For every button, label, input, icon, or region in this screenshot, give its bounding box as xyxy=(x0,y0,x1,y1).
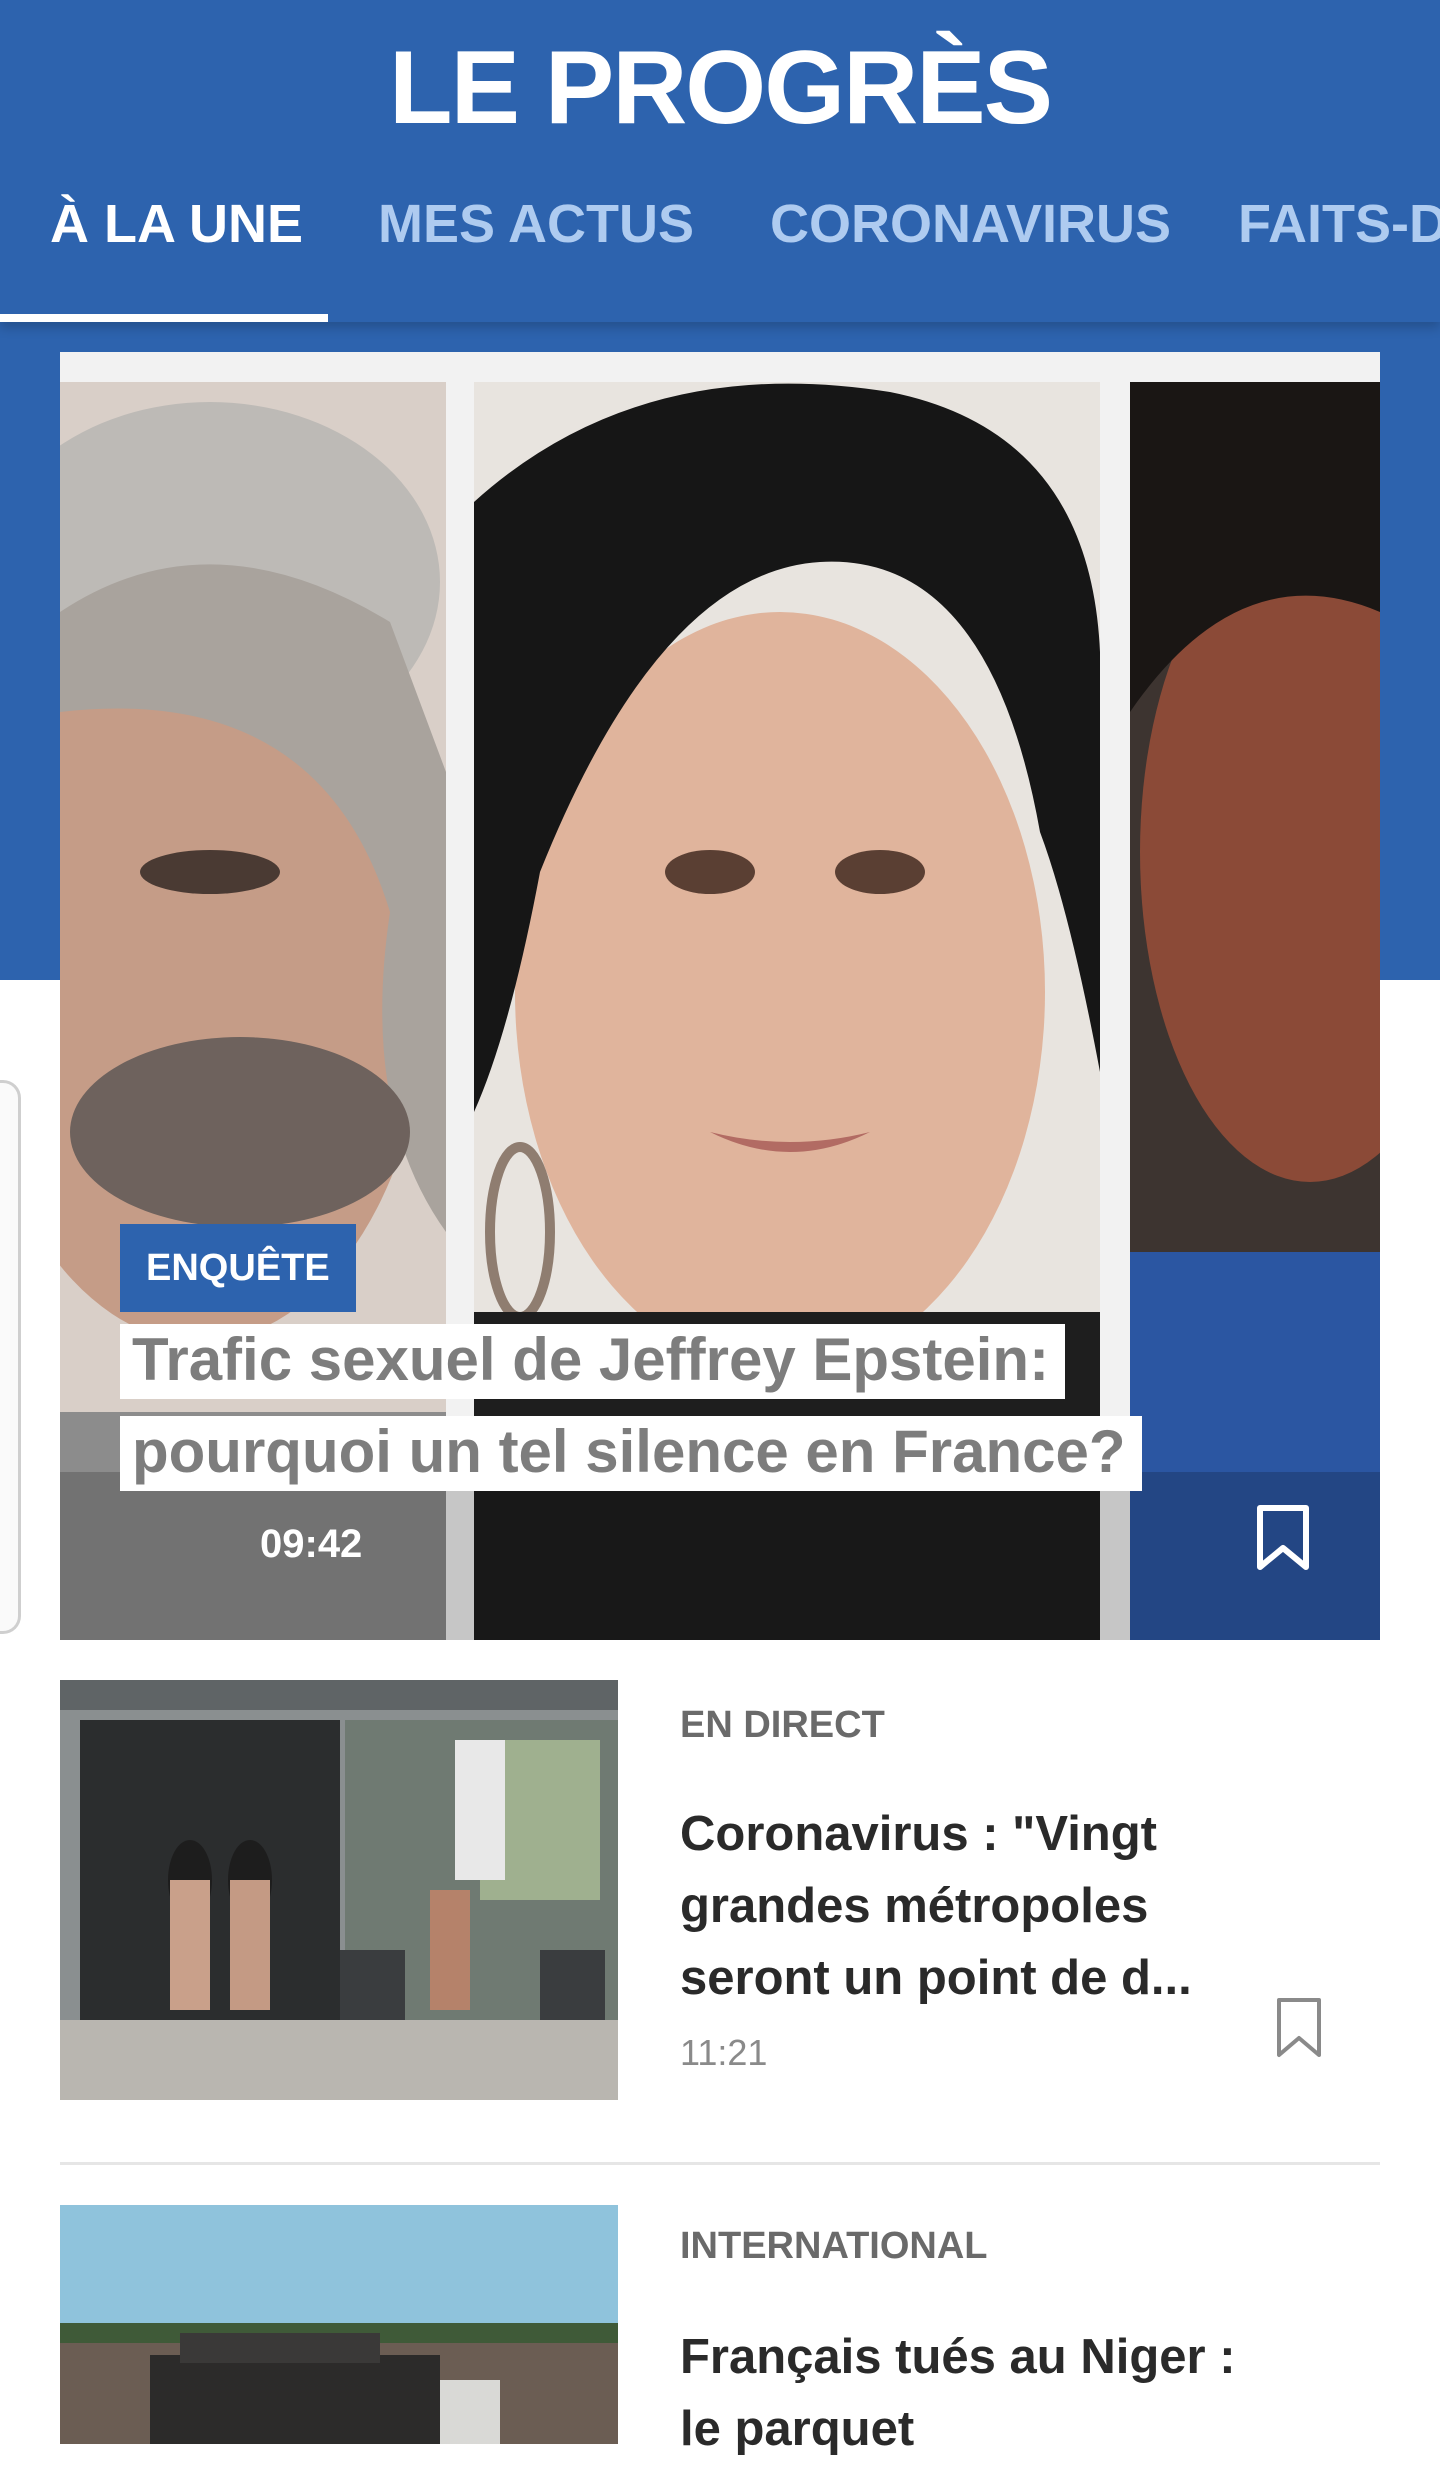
bookmark-icon[interactable] xyxy=(1275,1996,1323,2060)
article-section-label: INTERNATIONAL xyxy=(680,2225,988,2267)
article-headline[interactable]: Coronavirus : "Vingt grandes métropoles … xyxy=(680,1798,1240,2014)
article-section-badge: ENQUÊTE xyxy=(120,1224,356,1312)
tab-a-la-une[interactable]: À LA UNE xyxy=(50,180,303,322)
article-thumbnail xyxy=(60,2205,618,2444)
bookmark-icon[interactable] xyxy=(1255,1504,1311,1572)
article-divider xyxy=(60,2162,1380,2165)
article-thumbnail xyxy=(60,1680,618,2100)
active-tab-indicator xyxy=(0,314,328,322)
article-card-international[interactable]: INTERNATIONAL Français tués au Niger : l… xyxy=(60,2205,1380,2456)
featured-article-title[interactable]: Trafic sexuel de Jeffrey Epstein: pourqu… xyxy=(120,1324,1142,1491)
tab-faits-divers[interactable]: FAITS-D xyxy=(1238,180,1440,322)
article-card-coronavirus[interactable]: EN DIRECT Coronavirus : "Vingt grandes m… xyxy=(60,1680,1380,2120)
site-logo[interactable]: LE PROGRÈS xyxy=(0,30,1440,146)
app-header: LE PROGRÈS À LA UNE MES ACTUS CORONAVIRU… xyxy=(0,0,1440,322)
featured-article-time: 09:42 xyxy=(260,1522,363,1566)
featured-article[interactable]: ENQUÊTE Trafic sexuel de Jeffrey Epstein… xyxy=(60,352,1380,1640)
edge-panel-handle[interactable] xyxy=(0,1080,21,1634)
article-time: 11:21 xyxy=(680,2032,768,2073)
tab-mes-actus[interactable]: MES ACTUS xyxy=(378,180,694,322)
section-tabs: À LA UNE MES ACTUS CORONAVIRUS FAITS-D xyxy=(0,180,1440,322)
featured-title-block: Trafic sexuel de Jeffrey Epstein: pourqu… xyxy=(120,1314,1240,1498)
tab-coronavirus[interactable]: CORONAVIRUS xyxy=(770,180,1171,322)
article-headline[interactable]: Français tués au Niger : le parquet xyxy=(680,2321,1240,2465)
article-section-label: EN DIRECT xyxy=(680,1704,885,1746)
